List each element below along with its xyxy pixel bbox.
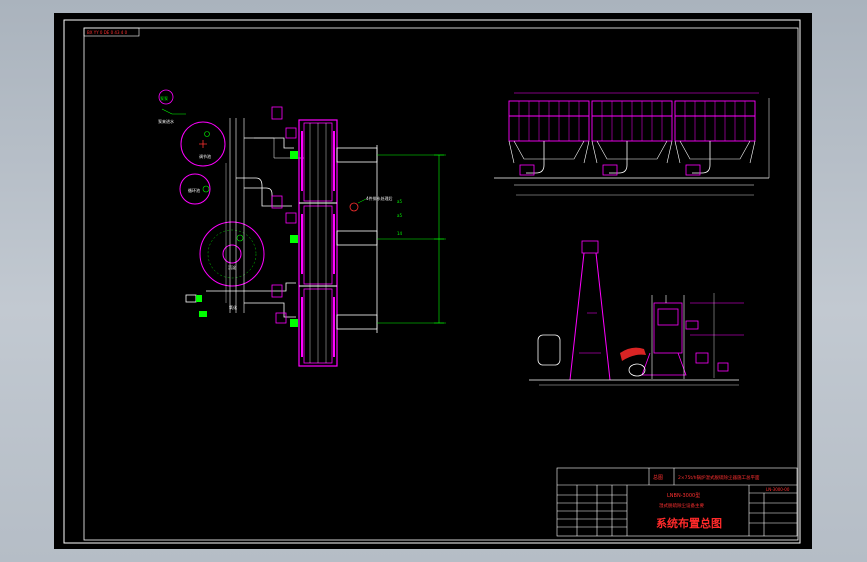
title-block-subtitle: 湿式脱硫除尘设备主要 [659,502,704,509]
title-block-title: 系统布置总图 [656,516,722,530]
outer-frame [63,19,801,544]
side-note-label: 4件排水处理后 [366,195,393,201]
side-dimensions [377,154,446,324]
svg-text:循环池: 循环池 [188,187,200,193]
tank-circle-3 [199,221,265,287]
chimney-section-view [529,240,744,386]
title-block-small-code: LN-3000-00 [766,487,790,492]
svg-text:沉淀: 沉淀 [228,264,236,270]
title-block-project-name: 2×75t/h锅炉湿式脱硫除尘器施工总平面 [678,474,760,481]
top-left-stamp: BX YY 0 DE 0 43 4 0 [83,27,140,37]
svg-text:泵泵: 泵泵 [160,96,168,101]
svg-text:泵来进水: 泵来进水 [158,118,174,124]
title-block-label-left: 总图 [653,474,663,481]
stamp-text: BX YY 0 DE 0 43 4 0 [87,30,128,35]
dim-label-3: 14 [397,231,403,236]
svg-text:调节池: 调节池 [199,153,211,159]
scrubber-tower-column [298,119,378,367]
cad-drawing-sheet: BX YY 0 DE 0 43 4 0 泵泵 泵来进水 调节池 循环池 沉淀 氧… [54,13,812,549]
dim-label-2: a5 [397,213,402,218]
title-block-drawing-code: LNBN-3000型 [667,492,700,499]
inner-frame [83,27,799,541]
cad-drawing: BX YY 0 DE 0 43 4 0 泵泵 泵来进水 调节池 循环池 沉淀 氧… [63,19,801,544]
elevation-view [494,92,770,196]
plan-view: 泵泵 泵来进水 调节池 循环池 沉淀 氧化 [158,89,304,327]
dim-label-1: a5 [397,199,402,204]
